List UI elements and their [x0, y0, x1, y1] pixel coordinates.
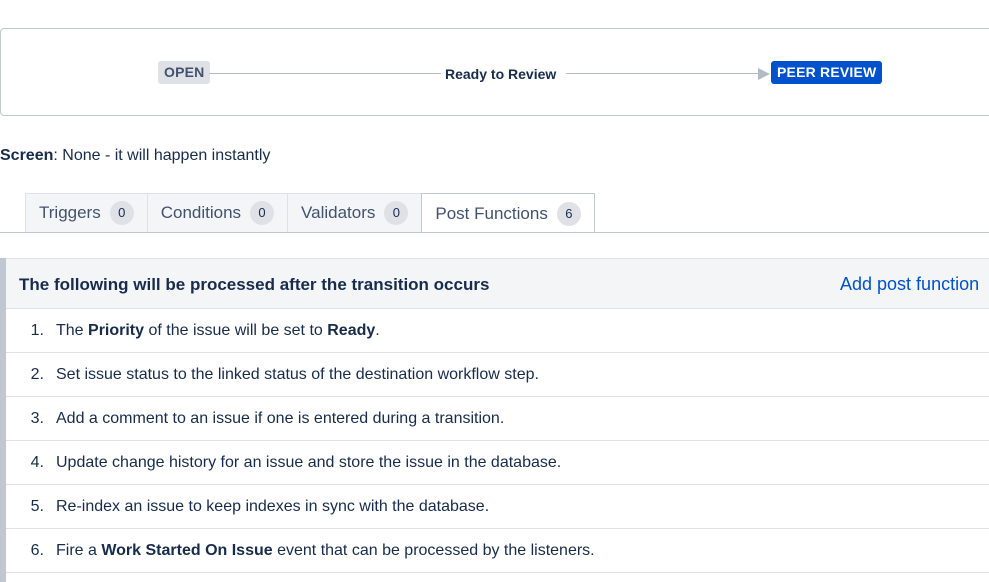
post-function-number: 4.: [30, 453, 44, 471]
status-lozenge-from[interactable]: OPEN: [158, 61, 211, 84]
post-function-number: 5.: [30, 497, 44, 515]
post-function-text-part: The: [56, 321, 89, 339]
panel-title: The following will be processed after th…: [19, 275, 490, 294]
arrow-right-icon: [758, 68, 770, 80]
tab-count-badge: 0: [250, 201, 275, 225]
post-function-item: 4. Update change history for an issue and…: [6, 441, 989, 485]
transition-line-right: [566, 73, 758, 74]
post-function-text-part: .: [375, 321, 380, 339]
tab-count-badge: 6: [556, 201, 581, 226]
screen-info: Screen: None - it will happen instantly: [0, 147, 270, 165]
post-function-text-part: of the issue will be set to: [144, 321, 328, 339]
tab-label: Validators: [301, 203, 376, 222]
tabs-divider: [0, 232, 989, 233]
post-function-item: 3. Add a comment to an issue if one is en…: [6, 397, 989, 441]
post-function-list: 1. The Priority of the issue will be set …: [6, 309, 989, 573]
post-function-text: Add a comment to an issue if one is ente…: [56, 410, 504, 428]
post-function-text: Re-index an issue to keep indexes in syn…: [56, 498, 489, 516]
screen-label: Screen: [0, 147, 54, 164]
post-function-text-part: event that can be processed by the liste…: [272, 541, 595, 559]
tab-count-badge: 0: [109, 201, 134, 225]
post-function-bold-term: Ready: [327, 321, 376, 339]
screen-value: : None - it will happen instantly: [53, 147, 271, 164]
post-function-item: 5. Re-index an issue to keep indexes in s…: [6, 485, 989, 529]
post-function-bold-term: Work Started On Issue: [101, 541, 273, 559]
status-lozenge-to[interactable]: PEER REVIEW: [771, 61, 883, 84]
tab-conditions[interactable]: Conditions 0: [146, 193, 289, 232]
post-function-item: 1. The Priority of the issue will be set …: [6, 309, 989, 353]
post-function-text-part: Update change history for an issue and s…: [56, 453, 562, 471]
tab-triggers[interactable]: Triggers 0: [25, 193, 148, 232]
post-function-text: The Priority of the issue will be set to…: [56, 322, 380, 340]
post-function-number: 1.: [30, 321, 44, 339]
post-function-number: 2.: [30, 365, 44, 383]
tab-label: Conditions: [160, 203, 242, 222]
transition-line-left: [209, 73, 441, 74]
post-function-number: 6.: [30, 541, 44, 559]
post-functions-panel: The following will be processed after th…: [0, 258, 989, 582]
post-function-text-part: Set issue status to the linked status of…: [56, 365, 539, 383]
post-function-number: 3.: [30, 409, 44, 427]
transition-tabs: Triggers 0 Conditions 0 Validators 0 Pos…: [25, 193, 595, 233]
post-function-text: Set issue status to the linked status of…: [56, 366, 539, 384]
tab-count-badge: 0: [384, 201, 409, 225]
post-function-item: 6. Fire a Work Started On Issue event tha…: [6, 529, 989, 573]
post-function-text-part: Add a comment to an issue if one is ente…: [56, 409, 505, 427]
transition-name: Ready to Review: [445, 66, 557, 82]
post-function-item: 2. Set issue status to the linked status …: [6, 353, 989, 397]
tab-validators[interactable]: Validators 0: [287, 193, 423, 232]
post-function-text-part: Re-index an issue to keep indexes in syn…: [56, 497, 490, 515]
post-function-text: Fire a Work Started On Issue event that …: [56, 542, 595, 560]
tab-post-functions[interactable]: Post Functions 6: [421, 193, 595, 233]
tab-label: Triggers: [39, 203, 101, 222]
post-function-text: Update change history for an issue and s…: [56, 454, 561, 472]
tab-label: Post Functions: [435, 203, 548, 223]
add-post-function-link[interactable]: Add post function: [840, 274, 979, 295]
post-function-text-part: Fire a: [56, 541, 102, 559]
panel-header: The following will be processed after th…: [6, 258, 989, 309]
post-function-bold-term: Priority: [88, 321, 145, 339]
workflow-transition-diagram: OPEN Ready to Review PEER REVIEW: [0, 28, 989, 116]
